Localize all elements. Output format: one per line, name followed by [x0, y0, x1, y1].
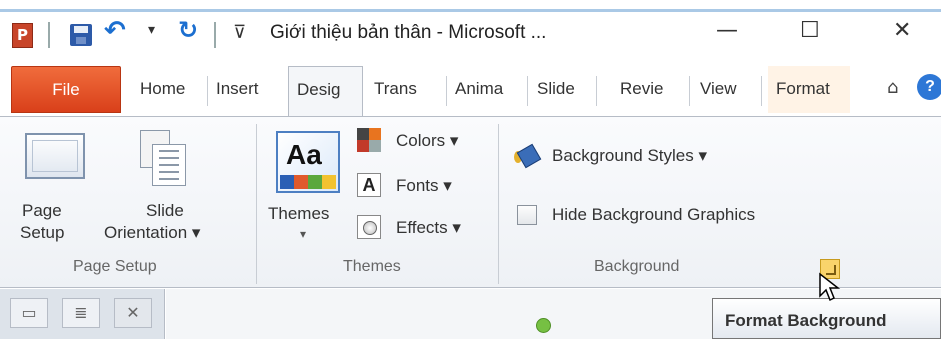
- undo-icon[interactable]: ↶: [104, 16, 126, 46]
- powerpoint-window: P ↶ ▾ ↻ ⊽ Giới thiệu bản thân - Microsof…: [0, 0, 941, 339]
- slide-orientation-icon[interactable]: [140, 130, 192, 188]
- minimize-button[interactable]: —: [716, 18, 738, 43]
- group-separator: [498, 124, 499, 284]
- rotation-handle-icon[interactable]: [536, 318, 551, 333]
- tab-home[interactable]: Home: [132, 66, 206, 113]
- help-icon[interactable]: ?: [917, 74, 941, 100]
- paint-bucket-icon[interactable]: [512, 142, 544, 170]
- themes-icon-text: Aa: [286, 139, 322, 170]
- close-pane-icon[interactable]: ✕: [114, 298, 152, 328]
- powerpoint-app-icon[interactable]: P: [12, 23, 33, 48]
- slide-orientation-label-line1[interactable]: Slide: [146, 200, 184, 221]
- slide-orientation-label-line2[interactable]: Orientation ▾: [104, 222, 200, 243]
- save-icon[interactable]: [70, 24, 92, 46]
- page-setup-label-line2[interactable]: Setup: [20, 222, 64, 243]
- effects-icon[interactable]: [357, 215, 381, 239]
- minimize-ribbon-icon[interactable]: ⌂: [887, 77, 898, 98]
- redo-icon[interactable]: ↻: [178, 16, 198, 44]
- qat-separator: [48, 22, 50, 48]
- fonts-button[interactable]: Fonts ▾: [396, 176, 452, 196]
- tab-divider: [689, 76, 690, 106]
- tab-divider: [527, 76, 528, 106]
- close-button[interactable]: ✕: [893, 18, 911, 43]
- slides-view-icon[interactable]: ▭: [10, 298, 48, 328]
- tab-divider: [761, 76, 762, 106]
- tab-design[interactable]: Desig: [288, 66, 363, 118]
- group-label-background: Background: [594, 258, 680, 275]
- qat-separator: [214, 22, 216, 48]
- tab-review[interactable]: Revie: [612, 66, 672, 113]
- tab-slideshow[interactable]: Slide: [529, 66, 585, 113]
- tab-view[interactable]: View: [692, 66, 752, 113]
- group-label-themes: Themes: [343, 258, 401, 275]
- fonts-icon[interactable]: A: [357, 173, 381, 197]
- group-label-page-setup: Page Setup: [73, 258, 157, 275]
- tab-file[interactable]: File: [11, 66, 121, 113]
- tab-divider: [596, 76, 597, 106]
- background-styles-button[interactable]: Background Styles ▾: [552, 146, 707, 166]
- customize-toolbar-icon[interactable]: ⊽: [233, 22, 246, 43]
- colors-icon[interactable]: [357, 128, 381, 152]
- page-setup-icon[interactable]: [25, 133, 85, 179]
- themes-label[interactable]: Themes: [268, 203, 329, 224]
- effects-button[interactable]: Effects ▾: [396, 218, 461, 238]
- themes-gallery-icon[interactable]: Aa: [276, 131, 340, 193]
- colors-button[interactable]: Colors ▾: [396, 131, 458, 151]
- window-title: Giới thiệu bản thân - Microsoft ...: [270, 22, 547, 43]
- outline-view-icon[interactable]: ≣: [62, 298, 100, 328]
- tooltip-format-background: Format Background: [712, 298, 941, 339]
- tab-transitions[interactable]: Trans: [366, 66, 434, 113]
- tab-animations[interactable]: Anima: [447, 66, 517, 113]
- tab-insert[interactable]: Insert: [208, 66, 284, 113]
- hide-background-graphics-checkbox[interactable]: [517, 205, 537, 225]
- hide-background-graphics-label[interactable]: Hide Background Graphics: [552, 205, 755, 225]
- group-separator: [256, 124, 257, 284]
- page-setup-label-line1[interactable]: Page: [22, 200, 62, 221]
- themes-dropdown-icon[interactable]: ▾: [300, 224, 306, 245]
- mouse-cursor-icon: [819, 272, 841, 302]
- maximize-button[interactable]: ☐: [800, 18, 820, 43]
- tab-format[interactable]: Format: [768, 66, 850, 113]
- undo-dropdown-icon[interactable]: ▾: [148, 22, 155, 38]
